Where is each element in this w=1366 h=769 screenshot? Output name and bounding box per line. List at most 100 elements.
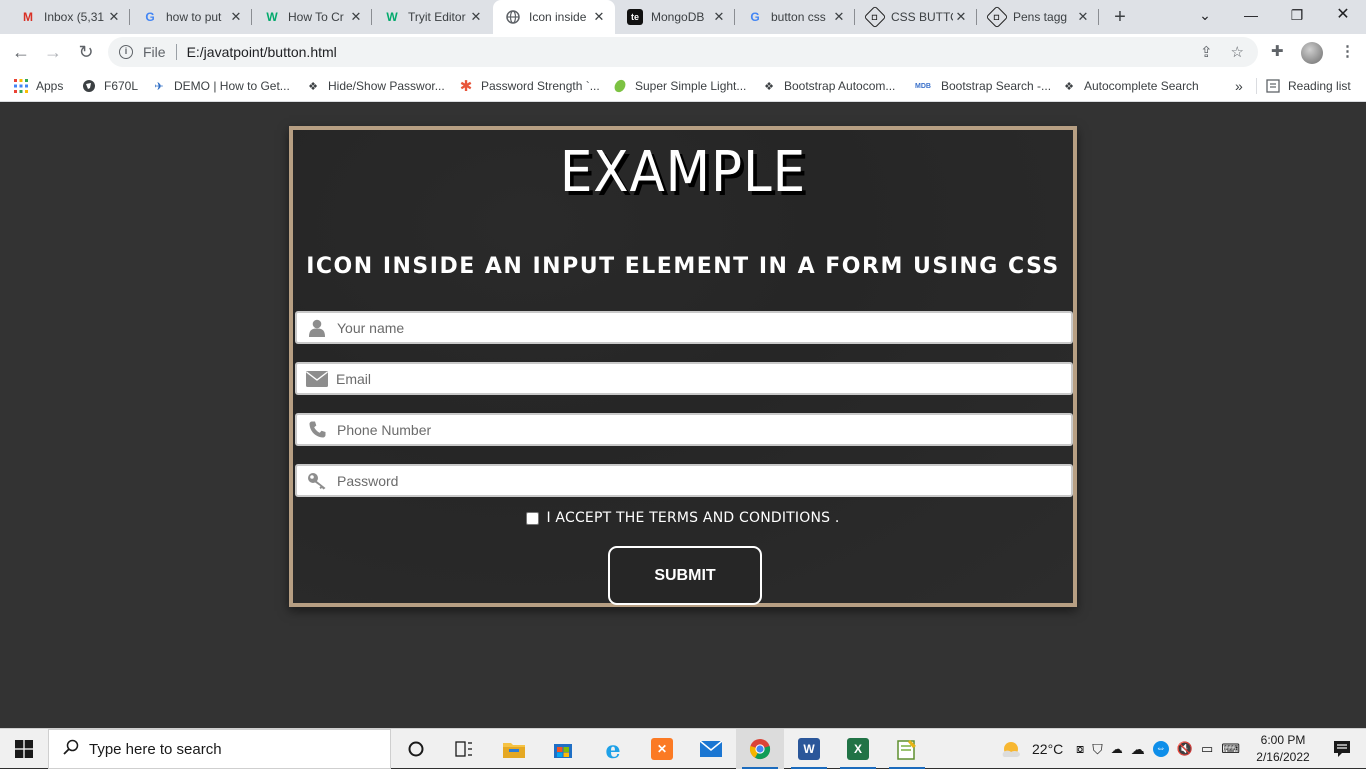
close-window-button[interactable]: ✕ bbox=[1320, 0, 1366, 32]
bookmarks-overflow-button[interactable]: » bbox=[1235, 76, 1243, 96]
close-icon[interactable]: ✕ bbox=[348, 9, 364, 25]
notifications-icon[interactable] bbox=[1318, 729, 1366, 769]
name-input[interactable] bbox=[337, 313, 1057, 342]
system-tray: ⧇ ⛉ ☁ ☁ ⇔ 🔇 ▭ ⌨ bbox=[1076, 729, 1240, 769]
windows-start-button[interactable] bbox=[0, 729, 48, 769]
minimize-button[interactable]: — bbox=[1228, 0, 1274, 32]
reading-list-button[interactable]: Reading list bbox=[1266, 76, 1351, 96]
bookmarks-bar: Apps F670L ✈ DEMO | How to Get... ❖ Hide… bbox=[0, 70, 1366, 102]
reload-icon[interactable]: ↻ bbox=[73, 39, 99, 65]
weather-widget[interactable]: 22°C bbox=[1000, 729, 1063, 769]
keyboard-icon[interactable]: ⌨ bbox=[1221, 741, 1240, 757]
bookmark-autocomplete-search[interactable]: ❖ Autocomplete Search bbox=[1062, 76, 1199, 96]
email-input[interactable] bbox=[336, 364, 1056, 393]
new-tab-button[interactable]: + bbox=[1108, 4, 1132, 30]
display-icon[interactable]: ▭ bbox=[1201, 741, 1213, 757]
bookmark-super-simple-light[interactable]: Super Simple Light... bbox=[613, 76, 746, 96]
bookmark-bootstrap-autocomplete[interactable]: ❖ Bootstrap Autocom... bbox=[762, 76, 895, 96]
codepen-icon: ◇ bbox=[863, 5, 887, 29]
tab-title: Pens tagg bbox=[1013, 10, 1068, 24]
bookmark-demo[interactable]: ✈ DEMO | How to Get... bbox=[152, 76, 289, 96]
address-bar[interactable]: i File E:/javatpoint/button.html ⇪ ☆ bbox=[108, 37, 1258, 67]
user-icon bbox=[297, 313, 337, 342]
tab-pens-tagged[interactable]: ◇ Pens tagg ✕ bbox=[977, 0, 1099, 34]
webcam-icon[interactable]: ⧇ bbox=[1076, 741, 1084, 757]
tab-button-css[interactable]: G button css ✕ bbox=[735, 0, 855, 34]
back-arrow-icon[interactable]: ← bbox=[8, 39, 34, 65]
mail-icon[interactable] bbox=[687, 729, 735, 769]
codepen-icon: ❖ bbox=[1064, 80, 1074, 93]
excel-icon[interactable]: X bbox=[834, 729, 882, 769]
gmail-icon: M bbox=[23, 10, 33, 24]
avatar[interactable] bbox=[1301, 42, 1323, 64]
share-icon[interactable]: ⇪ bbox=[1200, 43, 1213, 61]
mdb-icon: MDB bbox=[915, 82, 931, 90]
w3schools-icon: W bbox=[266, 10, 278, 24]
bookmark-label: F670L bbox=[104, 79, 139, 93]
extensions-puzzle-icon[interactable]: ✚ bbox=[1271, 42, 1284, 60]
network-icon[interactable]: ☁ bbox=[1111, 742, 1123, 756]
weather-sun-icon bbox=[1000, 737, 1024, 761]
close-icon[interactable]: ✕ bbox=[1075, 9, 1091, 25]
phone-input[interactable] bbox=[337, 415, 1057, 444]
search-placeholder: Type here to search bbox=[89, 740, 222, 758]
taskbar-search-box[interactable]: Type here to search bbox=[48, 729, 391, 769]
tab-how-to-put[interactable]: G how to put ✕ bbox=[130, 0, 252, 34]
name-field[interactable] bbox=[295, 311, 1073, 344]
internet-explorer-icon[interactable]: e bbox=[589, 729, 637, 769]
chrome-taskbar-icon[interactable] bbox=[736, 729, 784, 769]
bird-icon: ✈ bbox=[154, 80, 164, 93]
email-field[interactable] bbox=[295, 362, 1073, 395]
tab-how-to-create[interactable]: W How To Cr ✕ bbox=[252, 0, 372, 34]
xampp-icon[interactable]: ✕ bbox=[638, 729, 686, 769]
bookmark-f670l[interactable]: F670L bbox=[82, 76, 138, 96]
word-icon[interactable]: W bbox=[785, 729, 833, 769]
task-view-icon[interactable] bbox=[440, 729, 488, 769]
volume-muted-icon[interactable]: 🔇 bbox=[1177, 741, 1193, 757]
restore-button[interactable]: ❐ bbox=[1274, 0, 1320, 32]
google-icon: G bbox=[145, 10, 155, 24]
tab-mongodb[interactable]: te MongoDB ✕ bbox=[615, 0, 735, 34]
tab-css-buttons[interactable]: ◇ CSS BUTTO ✕ bbox=[855, 0, 977, 34]
terms-label: I ACCEPT THE TERMS AND CONDITIONS . bbox=[546, 510, 840, 526]
key-icon bbox=[297, 466, 337, 495]
menu-kebab-icon[interactable]: ⋮ bbox=[1340, 42, 1355, 60]
bookmark-password-strength[interactable]: ✱ Password Strength `... bbox=[459, 76, 600, 96]
password-field[interactable] bbox=[295, 464, 1073, 497]
info-icon[interactable]: i bbox=[119, 45, 133, 59]
tab-tryit-editor[interactable]: W Tryit Editor ✕ bbox=[372, 0, 492, 34]
file-explorer-icon[interactable] bbox=[490, 729, 538, 769]
bookmark-label: Autocomplete Search bbox=[1084, 79, 1199, 93]
onedrive-cloud-icon[interactable]: ☁ bbox=[1131, 741, 1145, 758]
bookmark-label: Password Strength `... bbox=[481, 79, 600, 93]
close-icon[interactable]: ✕ bbox=[468, 9, 484, 25]
submit-button[interactable]: SUBMIT bbox=[608, 546, 762, 605]
close-icon[interactable]: ✕ bbox=[831, 9, 847, 25]
bookmark-apps[interactable]: Apps bbox=[14, 76, 63, 96]
close-icon[interactable]: ✕ bbox=[953, 9, 969, 25]
close-icon[interactable]: ✕ bbox=[711, 9, 727, 25]
tab-inbox[interactable]: M Inbox (5,31 ✕ bbox=[8, 0, 130, 34]
cortana-icon[interactable] bbox=[392, 729, 440, 769]
security-shield-icon[interactable]: ⛉ bbox=[1092, 741, 1103, 758]
teamviewer-icon[interactable]: ⇔ bbox=[1152, 741, 1169, 757]
notepad-plus-icon[interactable] bbox=[883, 729, 931, 769]
microsoft-store-icon[interactable] bbox=[539, 729, 587, 769]
terms-checkbox[interactable] bbox=[526, 511, 540, 525]
close-icon[interactable]: ✕ bbox=[591, 9, 607, 25]
search-icon bbox=[63, 739, 79, 760]
phone-field[interactable] bbox=[295, 413, 1073, 446]
url-text[interactable]: E:/javatpoint/button.html bbox=[187, 44, 337, 60]
close-icon[interactable]: ✕ bbox=[228, 9, 244, 25]
envelope-icon bbox=[297, 364, 337, 393]
tab-title: how to put bbox=[166, 10, 222, 24]
close-icon[interactable]: ✕ bbox=[106, 9, 122, 25]
forward-arrow-icon[interactable]: → bbox=[40, 39, 66, 65]
bookmark-hide-show-password[interactable]: ❖ Hide/Show Passwor... bbox=[306, 76, 445, 96]
bookmark-bootstrap-search[interactable]: MDB Bootstrap Search -... bbox=[913, 76, 1051, 96]
taskbar-clock[interactable]: 6:00 PM 2/16/2022 bbox=[1248, 732, 1318, 766]
tab-search-chevron-icon[interactable]: ⌄ bbox=[1182, 0, 1228, 32]
tab-icon-inside[interactable]: Icon inside ✕ bbox=[493, 0, 615, 34]
password-input[interactable] bbox=[337, 466, 1057, 495]
bookmark-star-icon[interactable]: ☆ bbox=[1231, 43, 1244, 61]
